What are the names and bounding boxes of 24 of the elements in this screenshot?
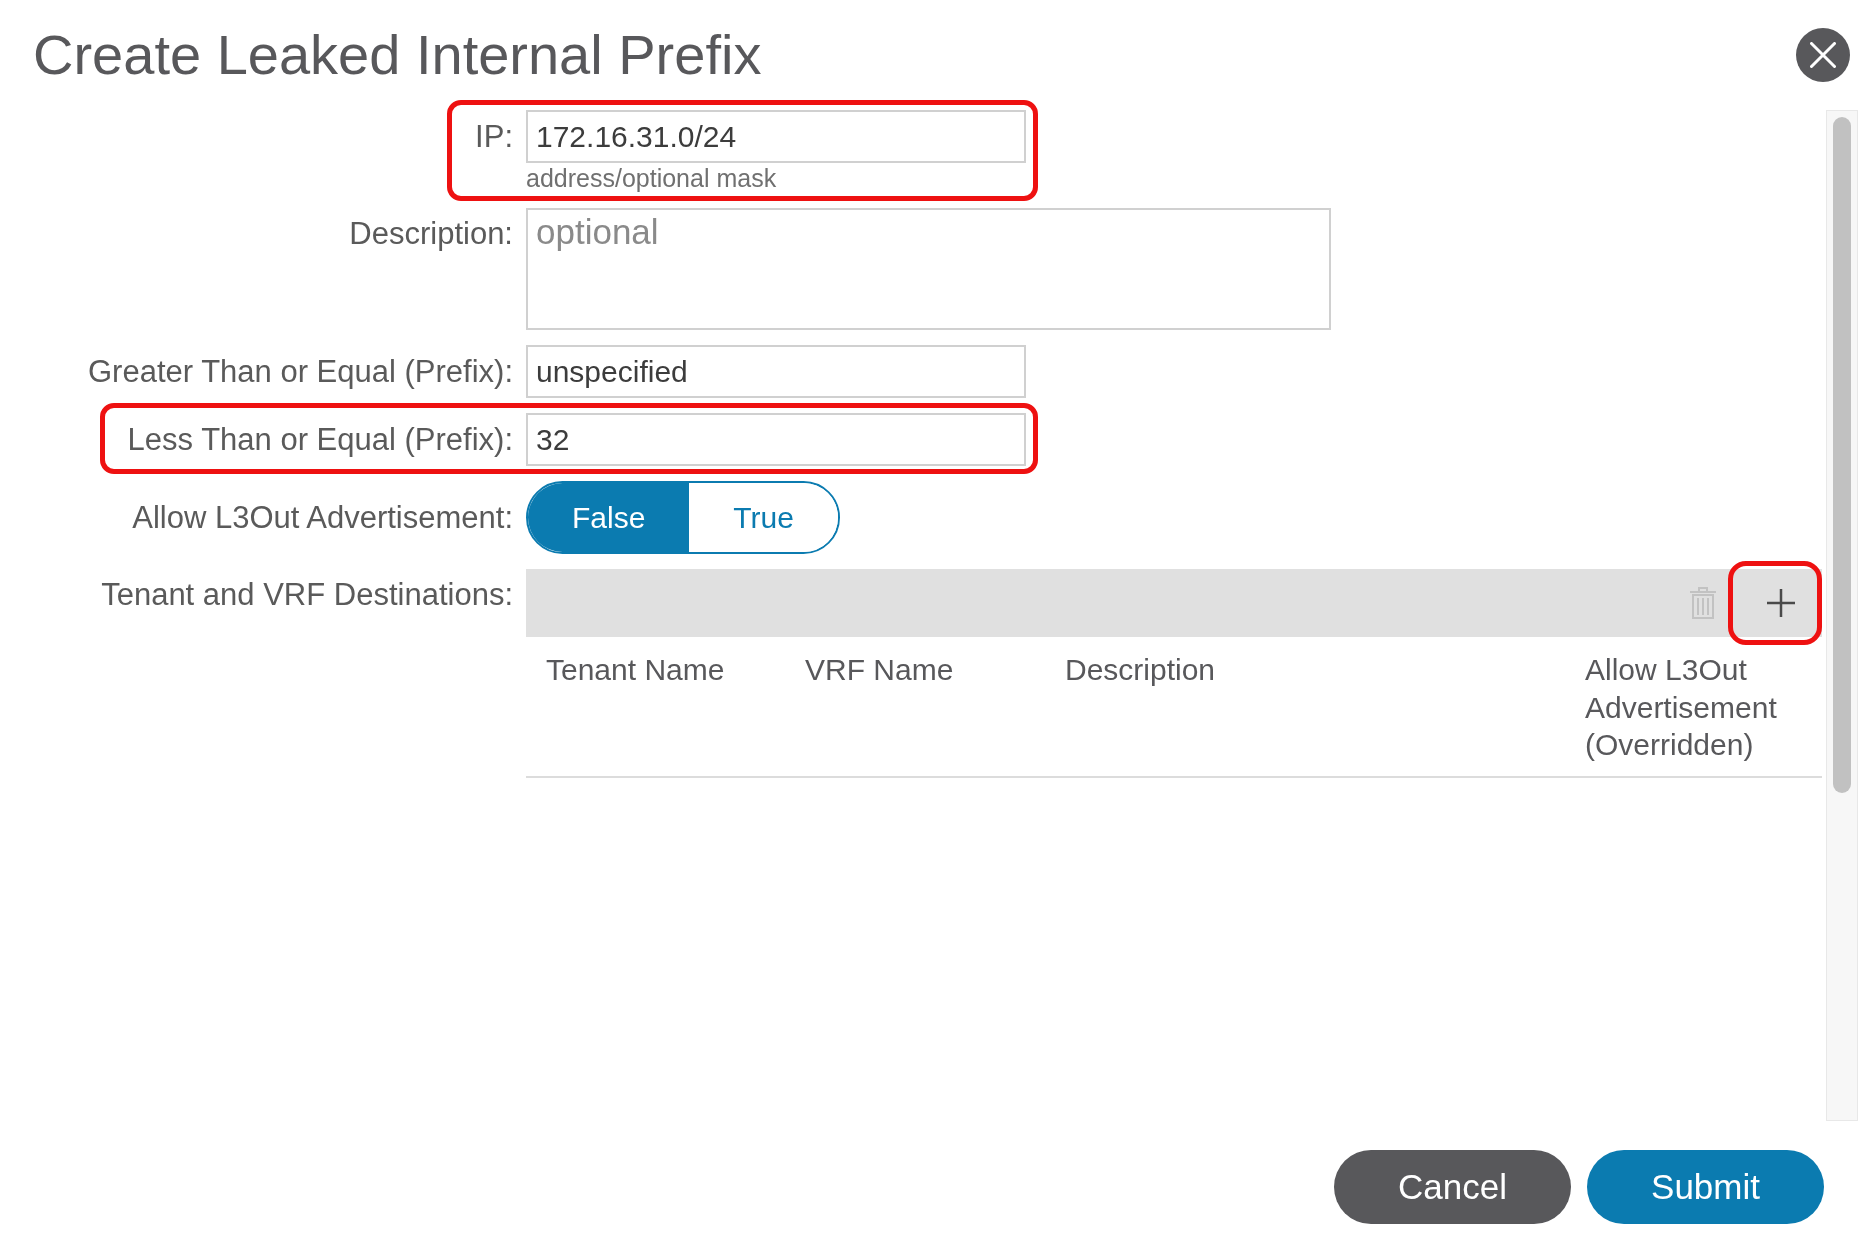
field-label: IP: (475, 118, 513, 156)
submit-button[interactable]: Submit (1587, 1150, 1824, 1224)
field-label: Less Than or Equal (Prefix): (127, 421, 513, 459)
field-label: Description: (349, 215, 513, 253)
trash-icon (1689, 586, 1717, 620)
field-hint: address/optional mask (526, 163, 777, 193)
dialog-title: Create Leaked Internal Prefix (33, 27, 762, 83)
text-input[interactable]: unspecified (526, 345, 1026, 398)
field-label: Tenant and VRF Destinations: (101, 576, 513, 614)
field-label: Allow L3Out Advertisement: (132, 499, 513, 537)
description-field[interactable]: optional (526, 208, 1331, 330)
column-header: Tenant Name (546, 652, 725, 688)
column-header: Description (1065, 652, 1216, 688)
close-button[interactable] (1796, 28, 1850, 82)
cancel-button[interactable]: Cancel (1334, 1150, 1571, 1224)
close-icon (1810, 42, 1836, 68)
scrollbar-thumb[interactable] (1833, 117, 1851, 793)
column-header: Allow L3Out Advertisement (Overridden) (1585, 652, 1778, 763)
plus-icon (1766, 588, 1796, 618)
field-label: Greater Than or Equal (Prefix): (88, 353, 513, 391)
toggle-option[interactable]: False (528, 483, 690, 552)
text-input[interactable]: 172.16.31.0/24 (526, 110, 1026, 163)
column-header: VRF Name (805, 652, 954, 688)
text-input[interactable]: 32 (526, 413, 1026, 466)
